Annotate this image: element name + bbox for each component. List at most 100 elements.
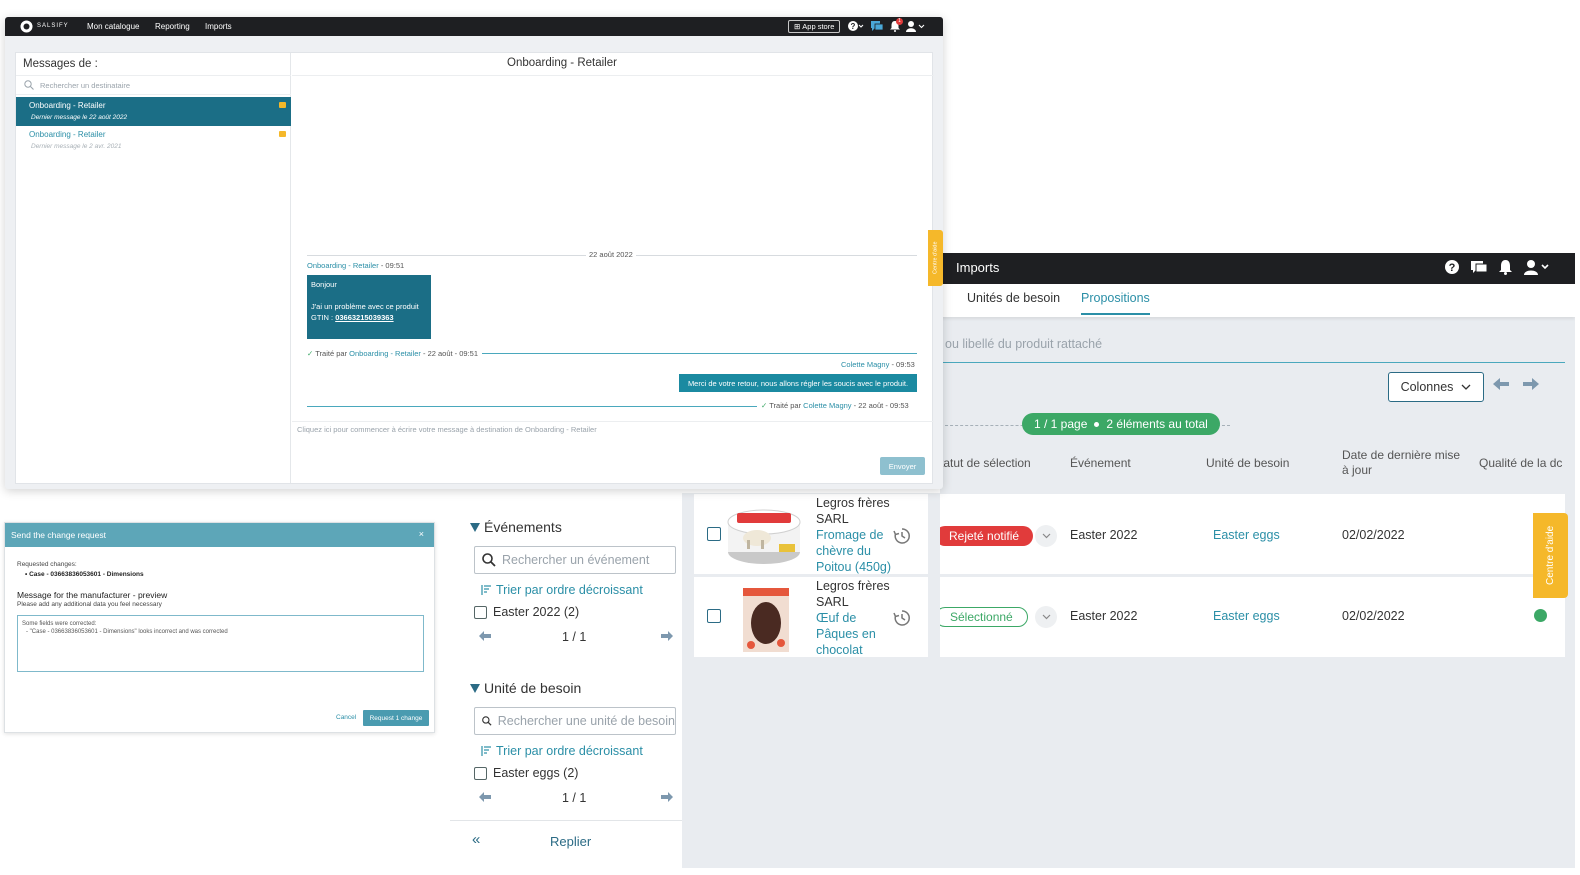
units-sort-button[interactable]: Trier par ordre décroissant bbox=[480, 744, 643, 758]
tab-propositions[interactable]: Propositions bbox=[1081, 291, 1150, 315]
props-topbar: Imports ? bbox=[940, 253, 1575, 284]
columns-button[interactable]: Colonnes bbox=[1388, 372, 1484, 402]
msg2-time: - 09:53 bbox=[891, 360, 915, 369]
columns-button-label: Colonnes bbox=[1400, 380, 1454, 394]
arrow-right-icon[interactable] bbox=[1522, 377, 1540, 391]
row-unit-link[interactable]: Easter eggs bbox=[1213, 528, 1280, 542]
units-option[interactable]: Easter eggs (2) bbox=[474, 766, 578, 780]
salsify-logo-icon[interactable] bbox=[20, 20, 33, 33]
row-checkbox[interactable] bbox=[707, 527, 721, 541]
help-center-tab[interactable]: Centre d'aide bbox=[1533, 513, 1568, 598]
close-icon[interactable]: × bbox=[419, 529, 424, 539]
manufacturer-message-textarea[interactable]: Some fields were corrected: - "Case - 03… bbox=[17, 615, 424, 672]
header-unit[interactable]: Unité de besoin bbox=[1206, 456, 1289, 471]
double-chevron-left-icon[interactable]: « bbox=[472, 831, 480, 848]
product-name-link[interactable]: Fromage de chèvre du Poitou (450g) bbox=[816, 527, 891, 575]
tab-unites-de-besoin[interactable]: Unités de besoin bbox=[967, 291, 1060, 313]
caret-down-icon bbox=[470, 683, 480, 693]
help-center-tab[interactable]: Centre d'aide bbox=[928, 230, 943, 286]
incoming-message-bubble: Bonjour J'ai un problème avec ce produit… bbox=[307, 275, 431, 339]
product-cell: Legros frères SARL Œuf de Pâques en choc… bbox=[694, 577, 928, 657]
request-change-button[interactable]: Request 1 change bbox=[363, 710, 429, 726]
units-title-label: Unité de besoin bbox=[484, 680, 582, 696]
nav-imports[interactable]: Imports bbox=[205, 22, 232, 31]
status-badge[interactable]: Sélectionné bbox=[940, 607, 1028, 627]
header-date[interactable]: Date de dernière mise à jour bbox=[1342, 448, 1460, 478]
header-event[interactable]: Événement bbox=[1070, 456, 1131, 471]
history-icon[interactable] bbox=[893, 527, 911, 545]
compose-message-input[interactable]: Cliquez ici pour commencer à écrire votr… bbox=[297, 425, 597, 434]
treated2-by-link[interactable]: Colette Magny bbox=[803, 401, 851, 410]
arrow-left-icon[interactable] bbox=[478, 791, 492, 803]
chat-icon[interactable] bbox=[1470, 259, 1488, 275]
help-icon[interactable]: ? bbox=[1444, 259, 1460, 275]
textarea-line2: - "Case - 03663836053601 - Dimensions" l… bbox=[26, 629, 228, 635]
send-button[interactable]: Envoyer bbox=[880, 457, 925, 475]
events-section-title[interactable]: Événements bbox=[470, 519, 562, 535]
product-image-egg bbox=[739, 585, 793, 655]
row-unit-link[interactable]: Easter eggs bbox=[1213, 609, 1280, 623]
chat-icon[interactable] bbox=[871, 20, 883, 32]
product-search-input[interactable]: ou libellé du produit rattaché bbox=[945, 337, 1102, 351]
cancel-button[interactable]: Cancel bbox=[336, 714, 356, 721]
msg2-sender-link[interactable]: Colette Magny bbox=[841, 360, 889, 369]
search-icon bbox=[482, 716, 492, 726]
table-gutter bbox=[682, 493, 694, 868]
checkbox[interactable] bbox=[474, 766, 487, 780]
msg1-spacer bbox=[311, 290, 427, 301]
treated1-by-link[interactable]: Onboarding - Retailer bbox=[349, 349, 421, 358]
top-navbar: SALSIFY Mon catalogue Reporting Imports … bbox=[5, 17, 943, 36]
nav-reporting[interactable]: Reporting bbox=[155, 22, 190, 31]
events-option[interactable]: Easter 2022 (2) bbox=[474, 605, 579, 619]
status-dropdown[interactable] bbox=[1035, 606, 1057, 628]
check-icon: ✓ bbox=[307, 349, 314, 358]
user-menu-icon[interactable] bbox=[905, 20, 927, 32]
events-search-input[interactable]: Rechercher un événement bbox=[474, 546, 676, 574]
product-name-line3: Poitou (450g) bbox=[816, 560, 892, 574]
status-badge[interactable]: Rejeté notifié bbox=[940, 526, 1034, 546]
product-name-link[interactable]: Œuf de Pâques en chocolat bbox=[816, 610, 876, 658]
table-row[interactable]: Rejeté notifié Easter 2022 Easter eggs 0… bbox=[940, 494, 1565, 574]
product-supplier: Legros frères SARL bbox=[816, 578, 890, 610]
table-row[interactable]: Sélectionné Easter 2022 Easter eggs 02/0… bbox=[940, 577, 1565, 657]
requested-change-text: Case - 03663836053601 - Dimensions bbox=[29, 571, 144, 578]
dialog-header: Send the change request bbox=[5, 523, 434, 547]
events-sort-button[interactable]: Trier par ordre décroissant bbox=[480, 583, 643, 597]
pager-total: 2 éléments au total bbox=[1106, 417, 1208, 431]
row-checkbox[interactable] bbox=[707, 609, 721, 623]
requested-change-item: • Case - 03663836053601 - Dimensions bbox=[25, 571, 144, 578]
history-icon[interactable] bbox=[893, 609, 911, 627]
conversation-item[interactable]: Onboarding - Retailer Dernier message le… bbox=[16, 97, 291, 126]
conversation-item[interactable]: Onboarding - Retailer Dernier message le… bbox=[16, 126, 291, 155]
treated-status-1: ✓ Traité par Onboarding - Retailer - 22 … bbox=[307, 349, 478, 358]
header-quality[interactable]: Qualité de la dc bbox=[1479, 456, 1562, 471]
arrow-left-icon[interactable] bbox=[1492, 377, 1510, 391]
msg1-line1: Bonjour bbox=[311, 280, 337, 289]
units-search-input[interactable]: Rechercher une unité de besoin bbox=[474, 707, 676, 735]
events-sort-label: Trier par ordre décroissant bbox=[496, 583, 643, 597]
arrow-left-icon[interactable] bbox=[478, 630, 492, 642]
checkbox[interactable] bbox=[474, 605, 487, 619]
app-store-button[interactable]: ⊞ App store bbox=[788, 20, 841, 33]
arrow-right-icon[interactable] bbox=[660, 630, 674, 642]
status-dropdown[interactable] bbox=[1035, 525, 1057, 547]
collapse-button[interactable]: Replier bbox=[550, 834, 591, 849]
msg1-sender-link[interactable]: Onboarding - Retailer bbox=[307, 261, 379, 270]
arrow-right-icon[interactable] bbox=[660, 791, 674, 803]
units-section-title[interactable]: Unité de besoin bbox=[470, 680, 581, 696]
header-status[interactable]: tatut de sélection bbox=[940, 456, 1031, 471]
compose-divider bbox=[292, 421, 934, 422]
supplier-line2: SARL bbox=[816, 512, 849, 526]
user-menu-icon[interactable] bbox=[1523, 259, 1551, 275]
treated-line-1 bbox=[482, 353, 917, 354]
events-option-label: Easter 2022 (2) bbox=[493, 605, 580, 619]
msg1-gtin-label: GTIN : bbox=[311, 313, 334, 322]
msg1-gtin-link[interactable]: 03663215039363 bbox=[335, 313, 393, 322]
change-request-dialog: Send the change request × Requested chan… bbox=[4, 522, 435, 733]
bell-icon[interactable] bbox=[1498, 259, 1513, 275]
nav-mon-catalogue[interactable]: Mon catalogue bbox=[87, 22, 139, 31]
msg1-gtin-line: GTIN : 03663215039363 bbox=[311, 312, 427, 323]
search-icon bbox=[482, 553, 496, 567]
help-icon[interactable]: ? bbox=[847, 20, 865, 32]
recipient-search-input[interactable]: Rechercher un destinataire bbox=[16, 75, 291, 95]
